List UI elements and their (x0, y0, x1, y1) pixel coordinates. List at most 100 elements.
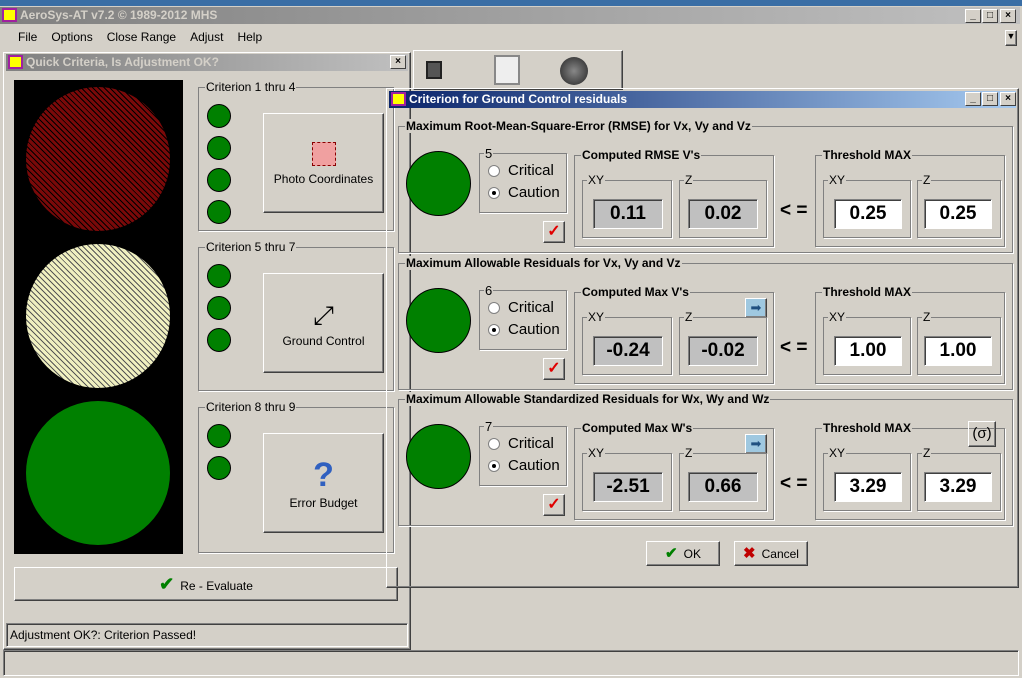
window-icon (8, 55, 23, 69)
z-label: Z (684, 310, 694, 324)
close-button[interactable]: × (1000, 9, 1016, 23)
criterion-number: 5 (484, 146, 494, 161)
main-status-bar (3, 650, 1019, 676)
dialog-maximize-button[interactable]: □ (982, 92, 998, 106)
quick-close-button[interactable]: × (390, 55, 406, 69)
cancel-button[interactable]: ✖ Cancel (734, 541, 808, 566)
threshold-xy-group: XY 3.29 (823, 446, 911, 511)
threshold-title: Threshold MAX (822, 148, 913, 162)
re-evaluate-label: Re - Evaluate (180, 579, 253, 593)
ok-button[interactable]: ✔ OK (646, 541, 720, 566)
threshold-z-input[interactable]: 1.00 (924, 336, 992, 366)
xy-label: XY (587, 173, 606, 187)
traffic-light-panel (14, 80, 183, 554)
radio-label: Critical (508, 162, 554, 179)
check-criterion-button[interactable]: ✓ (543, 358, 565, 380)
caution-radio[interactable]: Caution (488, 455, 560, 477)
menu-scroll-button[interactable]: ▼ (1005, 30, 1017, 46)
ok-label: OK (683, 547, 701, 561)
desktop-strip (0, 0, 1022, 6)
threshold-z-group: Z 0.25 (917, 173, 1001, 238)
menu-options[interactable]: Options (51, 30, 92, 44)
menu-adjust[interactable]: Adjust (190, 30, 223, 44)
threshold-group: Threshold MAX XY 1.00 Z 1.00 (815, 285, 1005, 384)
target-arrows-icon[interactable] (560, 57, 588, 85)
critical-radio[interactable]: Critical (488, 297, 560, 319)
group-label: Criterion 8 thru 9 (205, 400, 297, 414)
check-criterion-button[interactable]: ✓ (543, 221, 565, 243)
computed-z-group: Z 0.02 (679, 173, 767, 238)
status-dot (207, 200, 231, 224)
maximize-button[interactable]: □ (982, 9, 998, 23)
status-dot (207, 168, 231, 192)
app-title: AeroSys-AT v7.2 © 1989-2012 MHS (20, 8, 218, 22)
radio-indicator (488, 187, 500, 200)
threshold-xy-input[interactable]: 3.29 (834, 472, 902, 502)
status-dot (207, 296, 231, 320)
severity-radio-group: 6 Critical Caution (479, 283, 567, 350)
xy-label: XY (828, 310, 847, 324)
quick-criteria-title: Quick Criteria, Is Adjustment OK? (26, 55, 219, 69)
status-bar: Adjustment OK?: Criterion Passed! (6, 623, 408, 647)
threshold-z-input[interactable]: 3.29 (924, 472, 992, 502)
critical-radio[interactable]: Critical (488, 433, 560, 455)
dialog-close-button[interactable]: × (1000, 92, 1016, 106)
button-label: Photo Coordinates (273, 172, 374, 186)
section-title: Maximum Root-Mean-Square-Error (RMSE) fo… (405, 119, 752, 133)
computed-title: Computed Max V's (581, 285, 690, 299)
threshold-xy-group: XY 1.00 (823, 310, 911, 375)
radio-label: Caution (508, 184, 560, 201)
status-light (406, 151, 471, 216)
ground-control-button[interactable]: ⤢ Ground Control (263, 273, 384, 373)
dialog-title-bar: Criterion for Ground Control residuals _… (389, 91, 1016, 108)
check-criterion-button[interactable]: ✓ (543, 494, 565, 516)
radio-label: Caution (508, 457, 560, 474)
re-evaluate-button[interactable]: ✔ Re - Evaluate (14, 567, 398, 601)
xy-label: XY (828, 446, 847, 460)
export-arrow-icon[interactable]: ➡ (745, 298, 767, 318)
criterion-group-1-4: Criterion 1 thru 4 Photo Coordinates (198, 80, 394, 231)
checkmark-icon: ✔ (665, 545, 678, 562)
z-label: Z (922, 446, 932, 460)
minimize-button[interactable]: _ (965, 9, 981, 23)
caution-radio[interactable]: Caution (488, 182, 560, 204)
dialog-title: Criterion for Ground Control residuals (409, 92, 628, 106)
computed-z-value: 0.02 (688, 199, 758, 229)
status-dot (207, 424, 231, 448)
threshold-xy-input[interactable]: 0.25 (834, 199, 902, 229)
quick-criteria-window: Quick Criteria, Is Adjustment OK? × Crit… (3, 52, 411, 650)
menu-file[interactable]: File (18, 30, 37, 44)
threshold-xy-input[interactable]: 1.00 (834, 336, 902, 366)
computed-xy-value: -0.24 (593, 336, 663, 366)
threshold-group: Threshold MAX (σ) XY 3.29 Z 3.29 (815, 421, 1005, 520)
caution-radio[interactable]: Caution (488, 319, 560, 341)
computed-xy-group: XY -0.24 (582, 310, 672, 375)
error-budget-button[interactable]: ? Error Budget (263, 433, 384, 533)
sigma-button[interactable]: (σ) (968, 421, 996, 447)
less-equal-operator: < = (780, 337, 808, 358)
criterion-number: 6 (484, 283, 494, 298)
photo-coordinates-icon (311, 142, 336, 166)
threshold-z-group: Z 1.00 (917, 310, 1001, 375)
document-crosshair-icon[interactable] (494, 55, 520, 85)
dialog-minimize-button[interactable]: _ (965, 92, 981, 106)
photo-coordinates-button[interactable]: Photo Coordinates (263, 113, 384, 213)
severity-radio-group: 7 Critical Caution (479, 419, 567, 486)
threshold-group: Threshold MAX XY 0.25 Z 0.25 (815, 148, 1005, 247)
criterion-section-7: Maximum Allowable Standardized Residuals… (398, 392, 1013, 526)
window-icon (391, 92, 406, 106)
layers-icon[interactable] (426, 61, 442, 79)
threshold-z-input[interactable]: 0.25 (924, 199, 992, 229)
xy-label: XY (587, 310, 606, 324)
question-icon: ? (313, 456, 334, 494)
menu-help[interactable]: Help (237, 30, 262, 44)
menu-bar: File Options Close Range Adjust Help (6, 30, 276, 44)
red-light (26, 87, 170, 231)
radio-indicator (488, 302, 500, 315)
xy-label: XY (587, 446, 606, 460)
status-dot (207, 104, 231, 128)
export-arrow-icon[interactable]: ➡ (745, 434, 767, 454)
critical-radio[interactable]: Critical (488, 160, 560, 182)
ground-control-criterion-dialog: Criterion for Ground Control residuals _… (386, 88, 1019, 588)
menu-close-range[interactable]: Close Range (107, 30, 176, 44)
